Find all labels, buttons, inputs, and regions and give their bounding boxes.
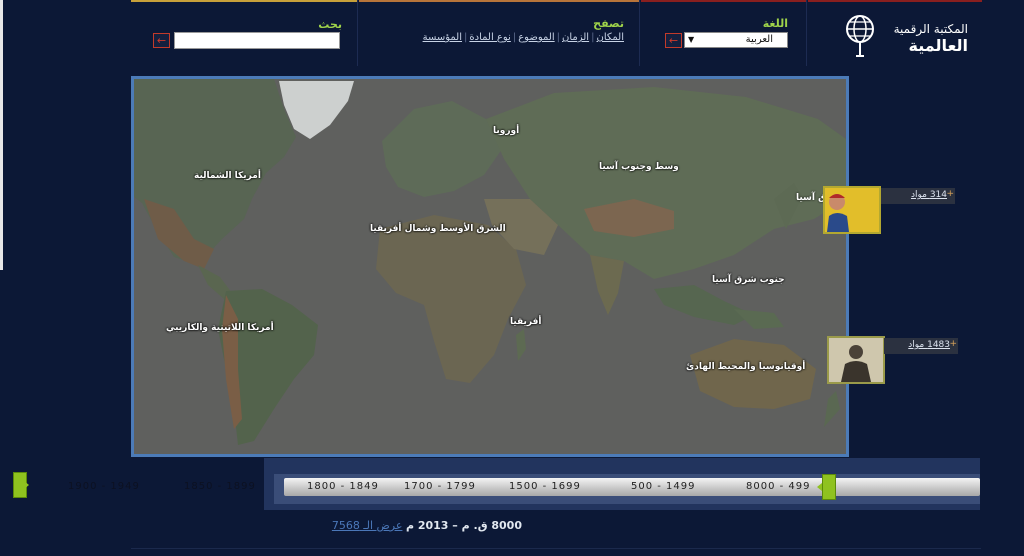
timeline-period-1500-1699[interactable]: 1500 - 1699: [509, 481, 581, 492]
world-map[interactable]: أمريكا الشمالية أوروبا وسط وجنوب آسيا ال…: [131, 76, 849, 457]
timeline-period-1900-1949[interactable]: 1900 - 1949: [68, 481, 140, 492]
east-asia-thumbnail[interactable]: [823, 186, 881, 234]
globe-logo-icon: [846, 15, 874, 57]
world-map-graphic: [134, 79, 846, 454]
timeline-right-handle[interactable]: [817, 474, 836, 500]
timeline-period-1700-1799[interactable]: 1700 - 1799: [404, 481, 476, 492]
east-asia-count[interactable]: 314 مواد: [911, 190, 947, 200]
region-central-south-asia[interactable]: وسط وجنوب آسيا: [599, 162, 679, 172]
footer-divider: [131, 548, 981, 549]
search-go-button[interactable]: ←: [153, 33, 170, 48]
timeline-period-500-1499[interactable]: 500 - 1499: [631, 481, 696, 492]
browse-link-item-type[interactable]: نوع المادة: [469, 32, 510, 43]
region-latin-america-caribbean[interactable]: أمريكا اللاتينية والكاريبي: [166, 323, 274, 333]
browse-link-topic[interactable]: الموضوع: [518, 32, 554, 43]
logo-title-line1: المكتبة الرقمية: [893, 22, 968, 36]
logo-title-line2: العالمية: [908, 36, 969, 55]
accent-bar-search: [131, 0, 357, 2]
browse-label: تصفح: [593, 17, 624, 30]
link-separator: |: [556, 32, 560, 43]
timeline-period-8000-499[interactable]: 8000 - 499: [746, 481, 811, 492]
oceania-count[interactable]: 1483 مواد: [908, 340, 950, 350]
region-africa[interactable]: أفريقيا: [510, 317, 542, 327]
plus-icon: +: [946, 189, 954, 199]
timeline-period-1800-1849[interactable]: 1800 - 1849: [307, 481, 379, 492]
header-separator: [357, 0, 358, 66]
timeline-period-1850-1899[interactable]: 1850 - 1899: [184, 481, 256, 492]
east-asia-count-item[interactable]: + 314 مواد: [881, 188, 955, 204]
accent-bar-browse: [359, 0, 639, 2]
oceania-thumbnail[interactable]: [827, 336, 885, 384]
date-range-text: 8000 ق. م – 2013 م: [405, 519, 522, 532]
timeline-left-handle[interactable]: [13, 472, 29, 498]
region-north-america[interactable]: أمريكا الشمالية: [194, 171, 261, 181]
link-separator: |: [464, 32, 468, 43]
browse-link-institution[interactable]: المؤسسة: [423, 32, 462, 43]
page-left-edge: [0, 0, 3, 270]
header-separator: [806, 0, 807, 66]
region-europe[interactable]: أوروبا: [493, 126, 519, 136]
region-oceania-pacific[interactable]: أوقيانوسيا والمحيط الهادئ: [686, 362, 805, 372]
oceania-count-item[interactable]: + 1483 مواد: [884, 338, 958, 354]
chevron-down-icon: ▼: [688, 35, 695, 44]
browse-link-place[interactable]: المكان: [596, 32, 624, 43]
link-separator: |: [512, 32, 517, 43]
accent-bar-language: [641, 0, 807, 2]
poster-figure-icon: [825, 188, 879, 232]
region-middle-east-north-africa[interactable]: الشرق الأوسط وشمال أفريقيا: [370, 224, 506, 234]
search-label: بحث: [318, 18, 342, 31]
language-select[interactable]: ▼ العربية: [684, 32, 788, 48]
search-input[interactable]: [174, 32, 340, 49]
plus-icon: +: [949, 339, 957, 349]
logo[interactable]: المكتبة الرقمية العالمية: [844, 14, 972, 60]
accent-bar-logo: [808, 0, 982, 2]
header-separator: [639, 0, 640, 66]
browse-links: المكان|الزمان|الموضوع|نوع المادة|المؤسسة: [423, 32, 624, 43]
date-range: 8000 ق. م – 2013 م عرض الـ 7568: [332, 519, 522, 532]
link-separator: |: [591, 32, 595, 43]
language-go-button[interactable]: ←: [665, 33, 682, 48]
portrait-figure-icon: [829, 338, 883, 382]
language-label: اللغة: [762, 17, 788, 30]
view-all-link[interactable]: عرض الـ 7568: [332, 519, 403, 532]
region-southeast-asia[interactable]: جنوب شرق آسيا: [712, 275, 785, 285]
browse-link-time[interactable]: الزمان: [562, 32, 589, 43]
language-selected-value: العربية: [745, 34, 773, 45]
